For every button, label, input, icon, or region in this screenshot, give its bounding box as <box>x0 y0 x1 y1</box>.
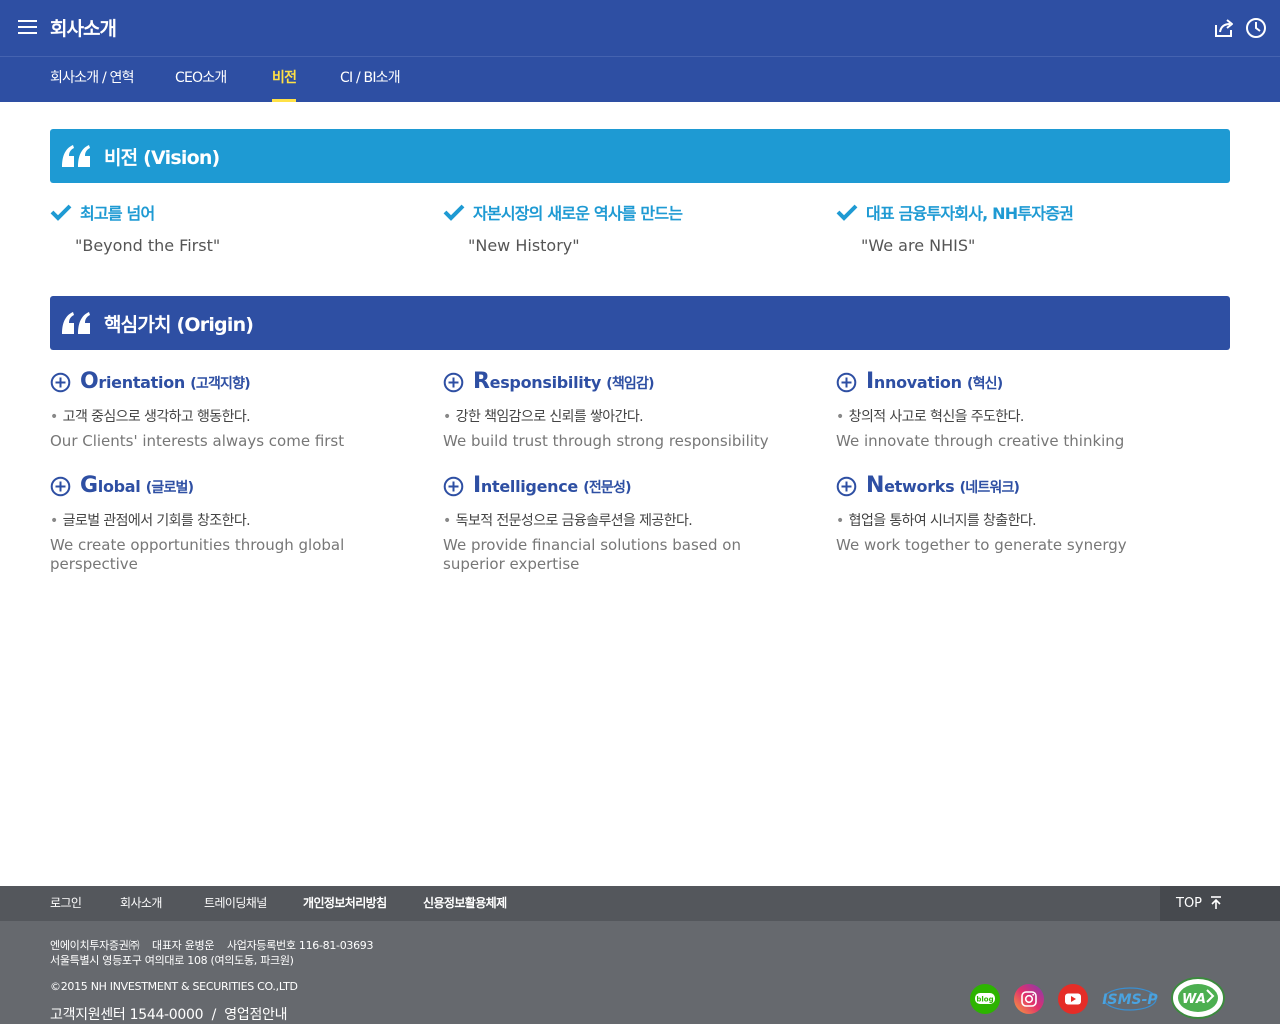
footer-link-trading-channel[interactable]: 트레이딩채널 <box>204 886 267 921</box>
core-value-title: Orientation (고객지향) <box>80 369 251 394</box>
check-icon <box>836 204 858 221</box>
vision-title: 비전 (Vision) <box>104 147 220 169</box>
separator: / <box>211 1007 217 1023</box>
youtube-icon[interactable] <box>1058 984 1088 1014</box>
tab-bar: 회사소개 / 연혁 CEO소개 비전 CI / BI소개 <box>0 56 1280 102</box>
support-line: 고객지원센터 1544-0000 / 영업점안내 <box>50 1004 288 1024</box>
footer-nav: 로그인 회사소개 트레이딩채널 개인정보처리방침 신용정보활용체제 TOP <box>0 886 1280 921</box>
vision-item-title: 자본시장의 새로운 역사를 만드는 <box>473 204 683 223</box>
footer-info: 엔에이치투자증권㈜ 대표자 윤병운 사업자등록번호 116-81-03693 서… <box>0 921 1280 1024</box>
origin-banner: 핵심가치 (Origin) <box>50 296 1230 350</box>
plus-circle-icon <box>50 372 71 393</box>
company-address: 서울특별시 영등포구 여의대로 108 (여의도동, 파크원) <box>50 954 294 967</box>
support-center-link[interactable]: 고객지원센터 1544-0000 <box>50 1007 204 1023</box>
core-value-desc-en: We build trust through strong responsibi… <box>443 432 769 450</box>
core-value-title: Responsibility (책임감) <box>473 369 654 394</box>
plus-circle-icon <box>50 476 71 497</box>
core-value-desc-en: We create opportunities through global p… <box>50 536 345 573</box>
svg-text:WA: WA <box>1182 992 1206 1007</box>
core-value-desc-ko: 고객 중심으로 생각하고 행동한다. <box>50 406 251 426</box>
branch-link[interactable]: 영업점안내 <box>224 1007 287 1023</box>
tab-ceo[interactable]: CEO소개 <box>175 57 227 102</box>
core-value-desc-en: Our Clients' interests always come first <box>50 432 345 450</box>
core-value-desc-ko: 독보적 전문성으로 금융솔루션을 제공한다. <box>443 510 693 530</box>
blog-icon[interactable]: blog <box>970 984 1000 1014</box>
tab-company-history[interactable]: 회사소개 / 연혁 <box>50 57 135 102</box>
quote-icon <box>62 312 90 334</box>
plus-circle-icon <box>836 476 857 497</box>
web-accessibility-badge[interactable]: WA <box>1170 976 1226 1024</box>
core-value-desc-ko: 협업을 통하여 시너지를 창출한다. <box>836 510 1037 530</box>
company-info: 엔에이치투자증권㈜ 대표자 윤병운 사업자등록번호 116-81-03693 <box>50 939 374 952</box>
svg-text:ISMS-P: ISMS-P <box>1102 992 1158 1008</box>
tab-vision[interactable]: 비전 <box>272 57 297 102</box>
quote-icon <box>62 145 90 167</box>
vision-banner: 비전 (Vision) <box>50 129 1230 183</box>
scroll-top-button[interactable]: TOP <box>1160 886 1280 921</box>
page-title: 회사소개 <box>50 18 117 40</box>
core-value-title: Intelligence (전문성) <box>473 473 631 498</box>
core-value-desc-en: We provide financial solutions based on … <box>443 536 741 573</box>
core-value-desc-ko: 창의적 사고로 혁신을 주도한다. <box>836 406 1025 426</box>
svg-text:blog: blog <box>976 996 993 1004</box>
core-value-title: Networks (네트워크) <box>866 473 1020 498</box>
check-icon <box>443 204 465 221</box>
copyright: ©2015 NH INVESTMENT & SECURITIES CO.,LTD <box>50 980 298 993</box>
tab-ci-bi[interactable]: CI / BI소개 <box>340 57 401 102</box>
vision-item-quote: "Beyond the First" <box>75 236 221 255</box>
core-value-title: Innovation (혁신) <box>866 369 1003 394</box>
vision-item-title: 대표 금융투자회사, NH투자증권 <box>866 204 1074 223</box>
instagram-icon[interactable] <box>1014 984 1044 1014</box>
vision-item-quote: "New History" <box>468 236 580 255</box>
footer-link-credit-info[interactable]: 신용정보활용체제 <box>423 886 507 921</box>
origin-title: 핵심가치 (Origin) <box>104 314 254 336</box>
plus-circle-icon <box>836 372 857 393</box>
arrow-up-icon <box>1211 896 1221 909</box>
core-value-desc-en: We innovate through creative thinking <box>836 432 1125 450</box>
clock-icon[interactable] <box>1245 17 1267 39</box>
vision-item-quote: "We are NHIS" <box>861 236 976 255</box>
check-icon <box>50 204 72 221</box>
footer-link-login[interactable]: 로그인 <box>50 886 82 921</box>
top-label: TOP <box>1176 896 1203 911</box>
plus-circle-icon <box>443 476 464 497</box>
app-header: 회사소개 <box>0 0 1280 56</box>
isms-p-badge[interactable]: ISMS-P <box>1100 984 1160 1018</box>
hamburger-icon[interactable] <box>18 18 38 36</box>
core-value-desc-en: We work together to generate synergy <box>836 536 1127 554</box>
share-icon[interactable] <box>1213 17 1235 39</box>
footer-link-company[interactable]: 회사소개 <box>120 886 162 921</box>
vision-item-title: 최고를 넘어 <box>80 204 155 223</box>
footer-link-privacy[interactable]: 개인정보처리방침 <box>303 886 387 921</box>
core-value-desc-ko: 글로벌 관점에서 기회를 창조한다. <box>50 510 251 530</box>
plus-circle-icon <box>443 372 464 393</box>
core-value-desc-ko: 강한 책임감으로 신뢰를 쌓아간다. <box>443 406 644 426</box>
core-value-title: Global (글로벌) <box>80 473 194 498</box>
